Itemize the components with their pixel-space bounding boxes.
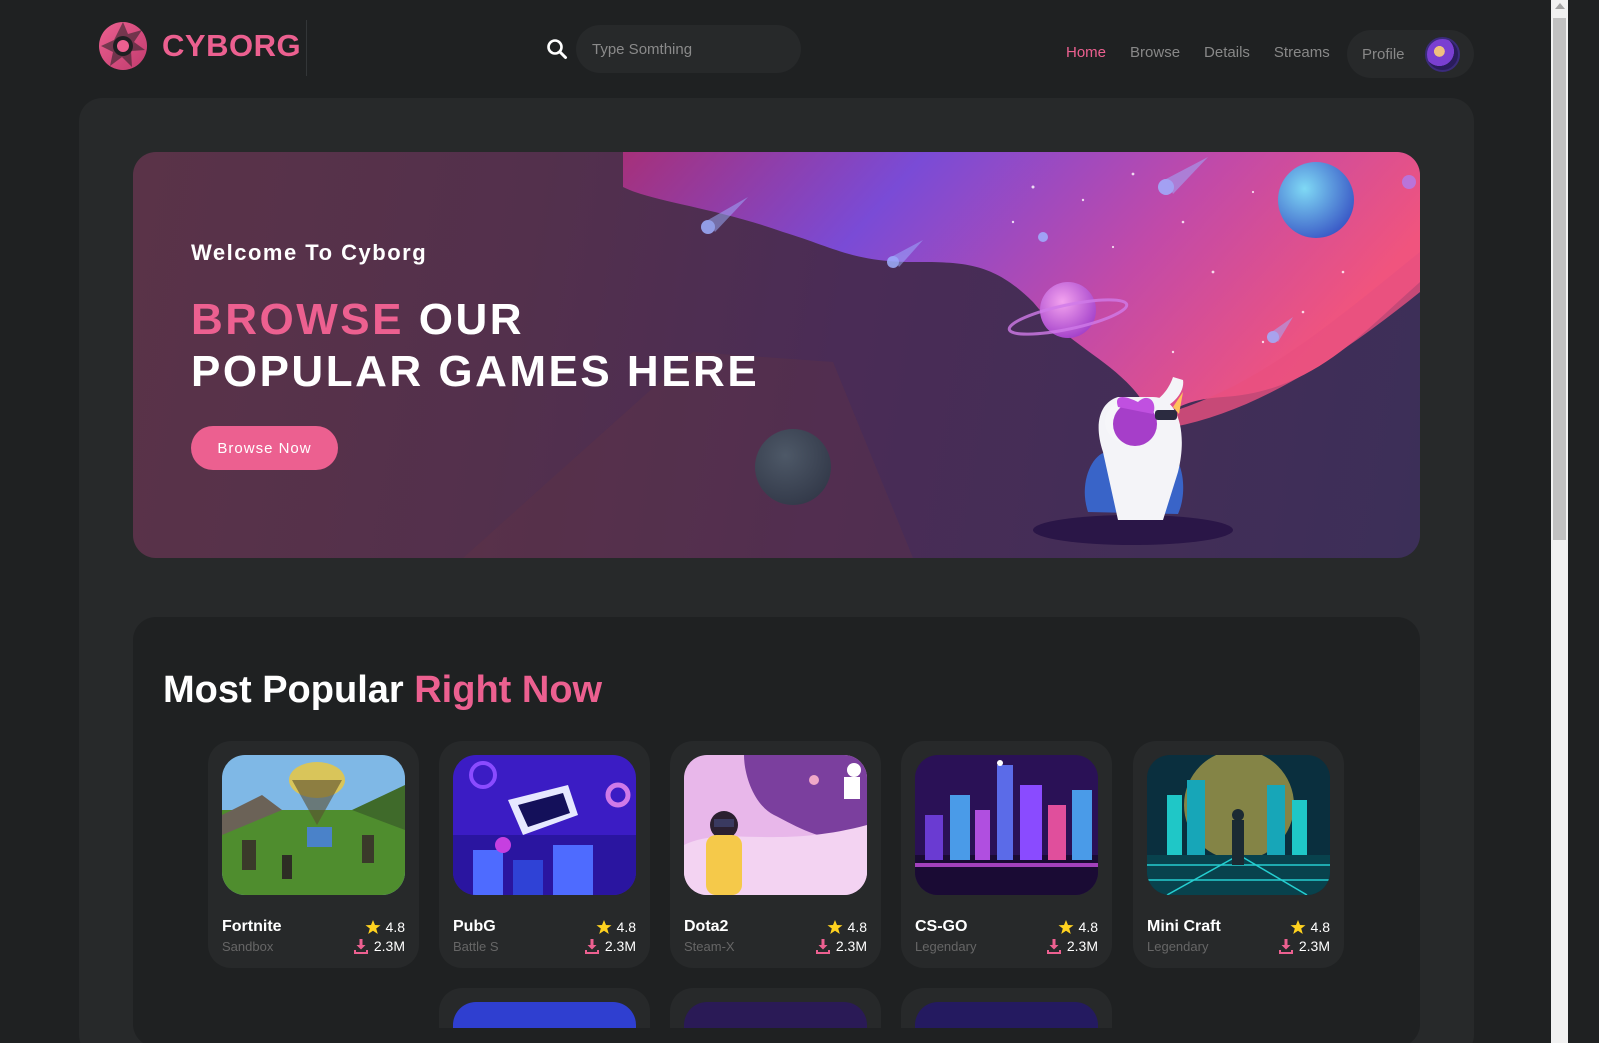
game-downloads: 2.3M <box>1278 938 1330 954</box>
browse-now-button[interactable]: Browse Now <box>191 426 338 470</box>
game-card-partial[interactable] <box>439 988 650 1028</box>
most-popular-section: Most Popular Right Now Fortnite Sandbox … <box>133 617 1420 1043</box>
game-downloads: 2.3M <box>1046 938 1098 954</box>
game-card-pubg[interactable]: PubG Battle S 4.8 2.3M <box>439 741 650 968</box>
game-name: Fortnite <box>222 918 282 935</box>
game-downloads-value: 2.3M <box>373 938 405 954</box>
game-category: Legendary <box>1147 939 1209 954</box>
game-downloads-value: 2.3M <box>604 938 636 954</box>
game-rating: 4.8 <box>1290 919 1330 935</box>
game-name: CS-GO <box>915 918 968 935</box>
nav-streams[interactable]: Streams <box>1274 44 1330 61</box>
brand-logo[interactable]: CYBORG <box>98 20 301 72</box>
game-rating: 4.8 <box>1058 919 1098 935</box>
avatar <box>1425 37 1460 72</box>
nav-details[interactable]: Details <box>1204 44 1250 61</box>
game-rating: 4.8 <box>365 919 405 935</box>
scrollbar-thumb[interactable] <box>1553 18 1566 540</box>
game-thumbnail <box>684 755 867 895</box>
search-icon[interactable] <box>546 38 568 60</box>
game-thumbnail <box>915 755 1098 895</box>
game-category: Steam-X <box>684 939 735 954</box>
game-rating: 4.8 <box>596 919 636 935</box>
download-icon <box>1046 939 1061 954</box>
game-rating-value: 4.8 <box>1078 919 1098 935</box>
game-category: Battle S <box>453 939 499 954</box>
game-card-fortnite[interactable]: Fortnite Sandbox 4.8 2.3M <box>208 741 419 968</box>
star-icon <box>1058 920 1074 934</box>
banner-title-line2: POPULAR GAMES HERE <box>191 347 760 396</box>
game-downloads-value: 2.3M <box>1298 938 1330 954</box>
nav-browse[interactable]: Browse <box>1130 44 1180 61</box>
game-card-csgo[interactable]: CS-GO Legendary 4.8 2.3M <box>901 741 1112 968</box>
game-downloads-value: 2.3M <box>835 938 867 954</box>
game-category: Sandbox <box>222 939 274 954</box>
game-thumbnail <box>684 1002 867 1028</box>
game-rating-value: 4.8 <box>847 919 867 935</box>
banner-subtitle: Welcome To Cyborg <box>191 240 428 265</box>
game-rating-value: 4.8 <box>616 919 636 935</box>
banner-title-highlight: BROWSE <box>191 295 404 344</box>
star-icon <box>827 920 843 934</box>
game-name: Mini Craft <box>1147 918 1221 935</box>
star-icon <box>1290 920 1306 934</box>
game-rating: 4.8 <box>827 919 867 935</box>
download-icon <box>815 939 830 954</box>
game-rating-value: 4.8 <box>385 919 405 935</box>
brand-name: CYBORG <box>162 28 302 63</box>
game-thumbnail <box>453 1002 636 1028</box>
search-input[interactable] <box>576 25 801 73</box>
scroll-up-arrow-icon[interactable] <box>1555 3 1565 9</box>
game-name: PubG <box>453 918 496 935</box>
game-category: Legendary <box>915 939 977 954</box>
game-thumbnail <box>915 1002 1098 1028</box>
hero-banner: Welcome To Cyborg BROWSE OUR POPULAR GAM… <box>133 152 1420 558</box>
game-thumbnail <box>222 755 405 895</box>
search-box <box>546 25 801 73</box>
game-thumbnail <box>453 755 636 895</box>
section-title-highlight: Right Now <box>414 669 603 711</box>
game-downloads: 2.3M <box>584 938 636 954</box>
profile-button[interactable]: Profile <box>1347 30 1474 78</box>
cyborg-logo-icon <box>99 22 147 70</box>
section-title: Most Popular Right Now <box>163 669 602 712</box>
game-card-dota2[interactable]: Dota2 Steam-X 4.8 2.3M <box>670 741 881 968</box>
game-card-partial[interactable] <box>901 988 1112 1028</box>
game-name: Dota2 <box>684 918 729 935</box>
game-thumbnail <box>1147 755 1330 895</box>
game-rating-value: 4.8 <box>1310 919 1330 935</box>
nav-home[interactable]: Home <box>1066 44 1106 61</box>
star-icon <box>596 920 612 934</box>
download-icon <box>353 939 368 954</box>
download-icon <box>1278 939 1293 954</box>
banner-title-rest: OUR <box>404 295 524 344</box>
header-divider <box>306 20 307 76</box>
profile-label: Profile <box>1362 45 1405 63</box>
game-downloads: 2.3M <box>815 938 867 954</box>
banner-title: BROWSE OUR POPULAR GAMES HERE <box>191 294 891 398</box>
main-nav: Home Browse Details Streams <box>1066 44 1354 61</box>
section-title-plain: Most Popular <box>163 669 415 711</box>
top-header: CYBORG Home Browse Details Streams Profi… <box>0 0 1568 100</box>
game-card-mini-craft[interactable]: Mini Craft Legendary 4.8 2.3M <box>1133 741 1344 968</box>
download-icon <box>584 939 599 954</box>
star-icon <box>365 920 381 934</box>
game-downloads: 2.3M <box>353 938 405 954</box>
game-downloads-value: 2.3M <box>1066 938 1098 954</box>
game-card-partial[interactable] <box>670 988 881 1028</box>
